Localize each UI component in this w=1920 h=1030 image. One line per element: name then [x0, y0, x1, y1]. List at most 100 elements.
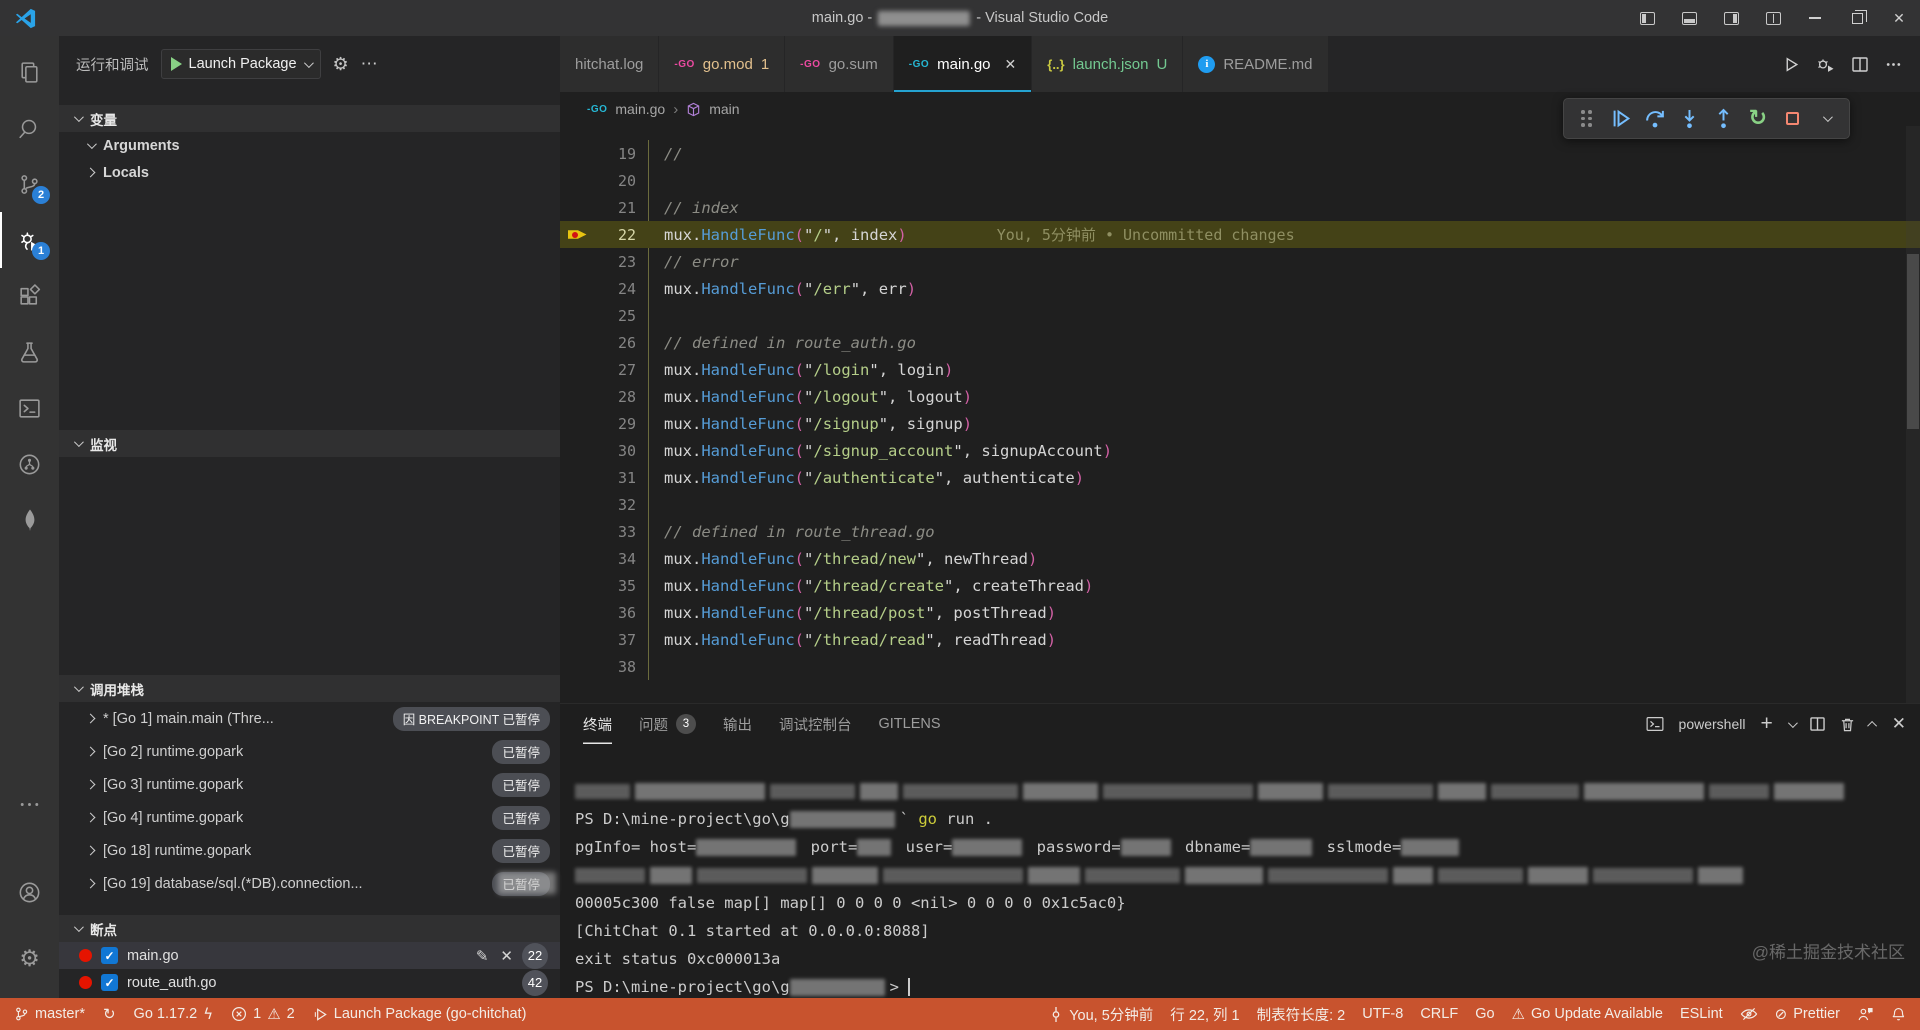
continue-icon[interactable] [1607, 104, 1634, 134]
run-icon[interactable] [1783, 56, 1800, 73]
line-number[interactable]: 23 [594, 253, 636, 271]
tab-go.sum[interactable]: ‑GOgo.sum [785, 36, 894, 92]
status-eye-off[interactable] [1740, 1006, 1758, 1022]
close-tab-icon[interactable]: ✕ [1005, 56, 1017, 73]
variables-row-locals[interactable]: Locals [59, 159, 560, 186]
more-actions-icon[interactable] [1885, 56, 1902, 73]
breakpoint-row-main.go[interactable]: ✓main.go✎✕22 [59, 942, 560, 969]
code-line-38[interactable]: 38 [560, 653, 1920, 680]
code-line-28[interactable]: 28mux.HandleFunc("/logout", logout) [560, 383, 1920, 410]
line-number[interactable]: 31 [594, 469, 636, 487]
status-sync[interactable]: ↻ [103, 1005, 116, 1023]
line-number[interactable]: 32 [594, 496, 636, 514]
code-line-34[interactable]: 34mux.HandleFunc("/thread/new", newThrea… [560, 545, 1920, 572]
toggle-panel-icon[interactable] [1668, 0, 1710, 36]
tab-go.mod[interactable]: ‑GOgo.mod1 [659, 36, 785, 92]
tab-main.go[interactable]: ‑GOmain.go✕ [894, 36, 1033, 92]
step-over-icon[interactable] [1642, 104, 1669, 134]
code-line-20[interactable]: 20 [560, 167, 1920, 194]
breakpoint-checkbox[interactable]: ✓ [101, 974, 118, 991]
minimize-button[interactable] [1794, 0, 1836, 36]
call-stack-section-header[interactable]: 调用堆栈 [59, 675, 560, 702]
customize-layout-icon[interactable] [1752, 0, 1794, 36]
panel-tab-终端[interactable]: 终端 [583, 704, 612, 744]
activity-item-more[interactable] [0, 776, 59, 832]
panel-tab-GITLENS[interactable]: GITLENS [879, 704, 941, 744]
status-go-update[interactable]: ⚠Go Update Available [1512, 1005, 1663, 1023]
restart-icon[interactable]: ↻ [1744, 104, 1771, 134]
line-number[interactable]: 28 [594, 388, 636, 406]
code-line-27[interactable]: 27mux.HandleFunc("/login", login) [560, 356, 1920, 383]
status-cursor-position[interactable]: 行 22, 列 1 [1170, 1004, 1239, 1025]
activity-item-source-control[interactable]: 2 [0, 156, 59, 212]
line-number[interactable]: 35 [594, 577, 636, 595]
activity-item-run-and-debug[interactable]: 1 [0, 212, 59, 268]
launch-config-dropdown[interactable]: Launch Package [161, 49, 321, 79]
code-line-22[interactable]: 22mux.HandleFunc("/", index)You, 5分钟前 • … [560, 221, 1920, 248]
call-stack-row[interactable]: * [Go 1] main.main (Thre...因 BREAKPOINT … [59, 702, 560, 735]
gutter-glyph[interactable] [560, 227, 594, 242]
line-number[interactable]: 25 [594, 307, 636, 325]
status-prettier[interactable]: ⊘Prettier [1775, 1005, 1840, 1023]
status-debug-launch[interactable]: Launch Package (go-chitchat) [313, 1006, 527, 1022]
toggle-sidebar-icon[interactable] [1626, 0, 1668, 36]
kill-terminal-trash-icon[interactable] [1840, 717, 1855, 732]
call-stack-row[interactable]: [Go 3] runtime.gopark已暂停 [59, 768, 560, 801]
code-line-29[interactable]: 29mux.HandleFunc("/signup", signup) [560, 410, 1920, 437]
activity-item-mongodb[interactable] [0, 492, 59, 548]
remove-breakpoint-icon[interactable]: ✕ [500, 947, 513, 965]
activity-item-testing[interactable] [0, 324, 59, 380]
code-line-25[interactable]: 25 [560, 302, 1920, 329]
toggle-secondary-sidebar-icon[interactable] [1710, 0, 1752, 36]
breadcrumb-file[interactable]: main.go [615, 101, 665, 117]
code-line-36[interactable]: 36mux.HandleFunc("/thread/post", postThr… [560, 599, 1920, 626]
code-line-31[interactable]: 31mux.HandleFunc("/authenticate", authen… [560, 464, 1920, 491]
tab-launch.json[interactable]: {..}launch.jsonU [1032, 36, 1183, 92]
line-number[interactable]: 24 [594, 280, 636, 298]
breadcrumb-symbol[interactable]: main [709, 101, 739, 117]
status-blame[interactable]: You, 5分钟前 [1049, 1004, 1153, 1025]
chevron-down-icon[interactable] [1813, 104, 1840, 134]
stop-icon[interactable] [1779, 104, 1806, 134]
activity-item-account[interactable] [0, 864, 59, 920]
restore-button[interactable] [1836, 0, 1878, 36]
code-line-26[interactable]: 26// defined in route_auth.go [560, 329, 1920, 356]
activity-item-gitlens[interactable] [0, 436, 59, 492]
new-terminal-icon[interactable]: + [1760, 712, 1772, 736]
line-number[interactable]: 20 [594, 172, 636, 190]
panel-tab-问题[interactable]: 问题3 [639, 704, 696, 744]
code-line-24[interactable]: 24mux.HandleFunc("/err", err) [560, 275, 1920, 302]
terminal-dropdown-icon[interactable] [1788, 718, 1798, 728]
terminal-shell-label[interactable]: powershell [1679, 716, 1746, 732]
call-stack-row[interactable]: [Go 4] runtime.gopark已暂停 [59, 801, 560, 834]
line-number[interactable]: 26 [594, 334, 636, 352]
code-line-23[interactable]: 23// error [560, 248, 1920, 275]
close-panel-icon[interactable]: ✕ [1892, 714, 1906, 734]
debug-more-actions-icon[interactable]: ⋯ [361, 54, 378, 74]
terminal-output[interactable]: PS D:\mine-project\go\g` go run .pgInfo=… [575, 777, 1890, 1001]
split-terminal-icon[interactable] [1810, 717, 1825, 731]
status-problems[interactable]: 1⚠2 [231, 1005, 295, 1023]
activity-item-extensions[interactable] [0, 268, 59, 324]
breakpoint-row-route_auth.go[interactable]: ✓route_auth.go42 [59, 969, 560, 996]
tab-hitchat.log[interactable]: hitchat.log [560, 36, 659, 92]
line-number[interactable]: 19 [594, 145, 636, 163]
panel-tab-调试控制台[interactable]: 调试控制台 [779, 704, 852, 744]
split-editor-icon[interactable] [1852, 57, 1868, 72]
start-debug-icon[interactable] [171, 57, 182, 71]
code-line-19[interactable]: 19// [560, 140, 1920, 167]
variables-row-arguments[interactable]: Arguments [59, 132, 560, 159]
edit-breakpoint-icon[interactable]: ✎ [476, 947, 489, 965]
line-number[interactable]: 29 [594, 415, 636, 433]
step-out-icon[interactable] [1710, 104, 1737, 134]
breakpoints-section-header[interactable]: 断点 [59, 915, 560, 942]
call-stack-row[interactable]: [Go 18] runtime.gopark已暂停 [59, 834, 560, 867]
status-notifications[interactable] [1891, 1006, 1906, 1023]
code-line-32[interactable]: 32 [560, 491, 1920, 518]
code-line-30[interactable]: 30mux.HandleFunc("/signup_account", sign… [560, 437, 1920, 464]
line-number[interactable]: 33 [594, 523, 636, 541]
line-number[interactable]: 38 [594, 658, 636, 676]
status-go-version[interactable]: Go 1.17.2ϟ [134, 1005, 214, 1023]
status-eslint[interactable]: ESLint [1680, 1006, 1723, 1022]
step-into-icon[interactable] [1676, 104, 1703, 134]
